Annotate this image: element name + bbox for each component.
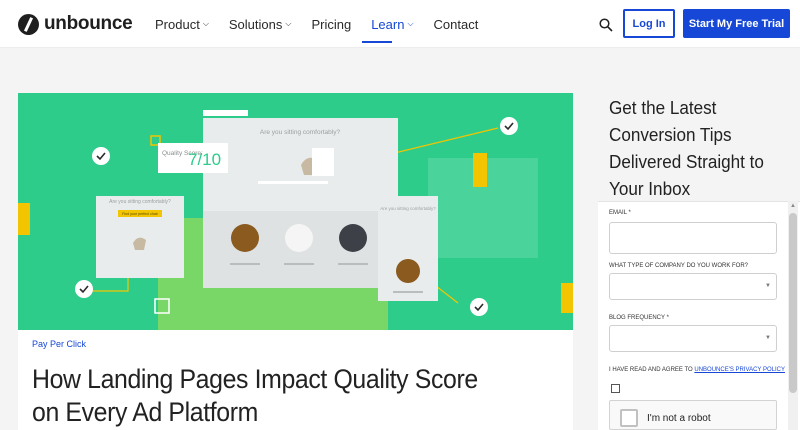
nav-label: Product	[155, 16, 200, 32]
mock-heading-right: Are you sitting comfortably?	[380, 206, 436, 211]
log-in-button[interactable]: Log In	[623, 9, 675, 38]
article-category-link[interactable]: Pay Per Click	[32, 339, 86, 349]
chevron-down-icon: ▼	[765, 283, 771, 289]
nav-item-product[interactable]: Product ⌵	[155, 15, 209, 33]
agree-text: I HAVE READ AND AGREE TO	[609, 367, 695, 373]
yellow-bar-edge	[561, 283, 573, 313]
sidebar-title: Get the Latest Conversion Tips Delivered…	[609, 98, 764, 199]
product-thumb-3	[339, 224, 367, 252]
mock-table-top	[258, 181, 328, 184]
privacy-policy-link[interactable]: UNBOUNCE'S PRIVACY POLICY	[694, 367, 785, 373]
email-label: EMAIL *	[609, 210, 631, 216]
hero-illustration: Are you sitting comfortably? Are you sit…	[18, 93, 573, 330]
hero-svg: Are you sitting comfortably? Are you sit…	[18, 110, 573, 330]
product-thumb-2	[285, 224, 313, 252]
product-thumb-1	[231, 224, 259, 252]
chevron-down-icon: ⌵	[202, 19, 209, 28]
privacy-agree-checkbox[interactable]	[611, 384, 620, 393]
logo-mark-icon	[18, 13, 39, 35]
nav-label: Contact	[433, 16, 479, 32]
frequency-label: BLOG FREQUENCY *	[609, 315, 669, 321]
check-icon	[500, 117, 518, 135]
site-header: unbounce Product ⌵ Solutions ⌵ Pricing L…	[0, 0, 800, 48]
email-field[interactable]	[609, 222, 777, 254]
subscribe-form: EMAIL * WHAT TYPE OF COMPANY DO YOU WORK…	[598, 201, 800, 430]
mock-line	[338, 263, 368, 265]
check-icon	[92, 147, 110, 165]
main-nav: Product ⌵ Solutions ⌵ Pricing Learn ⌵ Co…	[155, 15, 478, 33]
chevron-down-icon: ⌵	[407, 19, 414, 28]
mock-line	[284, 263, 314, 265]
logo-text: unbounce	[44, 13, 133, 34]
recaptcha-label: I'm not a robot	[647, 413, 711, 424]
mock-cta-label: Find your perfect chair	[122, 212, 159, 216]
article-title[interactable]: How Landing Pages Impact Quality Score o…	[32, 363, 510, 429]
check-icon	[470, 298, 488, 316]
quality-score-value: 7/10	[188, 150, 221, 169]
mock-tab	[203, 110, 248, 116]
newsletter-sidebar: Get the Latest Conversion Tips Delivered…	[598, 93, 800, 430]
mock-heading-left: Are you sitting comfortably?	[109, 199, 171, 205]
company-type-select[interactable]: ▼	[609, 273, 777, 300]
mock-line	[230, 263, 260, 265]
mock-line	[393, 291, 423, 293]
product-thumb-4	[396, 259, 420, 283]
article-card[interactable]: Are you sitting comfortably? Are you sit…	[18, 93, 573, 430]
nav-item-learn[interactable]: Learn ⌵	[371, 15, 413, 33]
scrollbar-thumb[interactable]	[789, 213, 797, 393]
chevron-down-icon: ⌵	[285, 19, 292, 28]
blog-frequency-select[interactable]: ▼	[609, 325, 777, 352]
recaptcha-checkbox[interactable]	[620, 409, 638, 427]
start-free-trial-button[interactable]: Start My Free Trial	[683, 9, 790, 38]
nav-label: Solutions	[228, 16, 283, 32]
chevron-down-icon: ▼	[765, 335, 771, 341]
scroll-up-arrow-icon[interactable]: ▲	[790, 203, 796, 209]
nav-item-contact[interactable]: Contact	[434, 15, 479, 33]
form-scrollbar[interactable]: ▲	[788, 201, 798, 430]
yellow-bar-right	[473, 153, 487, 187]
mock-frame	[312, 148, 334, 176]
nav-label: Learn	[371, 16, 405, 32]
recaptcha-widget[interactable]: I'm not a robot	[609, 400, 777, 430]
mock-page-left	[96, 196, 184, 278]
yellow-bar-left	[18, 203, 30, 235]
search-icon[interactable]	[599, 18, 613, 32]
unbounce-logo[interactable]: unbounce	[18, 12, 133, 36]
nav-item-solutions[interactable]: Solutions ⌵	[229, 15, 292, 33]
mock-page-right	[378, 196, 438, 301]
company-label: WHAT TYPE OF COMPANY DO YOU WORK FOR?	[609, 263, 749, 269]
mock-heading-main: Are you sitting comfortably?	[260, 129, 341, 136]
privacy-agree-label: I HAVE READ AND AGREE TO UNBOUNCE'S PRIV…	[609, 367, 785, 373]
nav-item-pricing[interactable]: Pricing	[311, 15, 351, 33]
active-nav-underline	[362, 41, 392, 43]
check-icon	[75, 280, 93, 298]
nav-label: Pricing	[311, 16, 352, 32]
